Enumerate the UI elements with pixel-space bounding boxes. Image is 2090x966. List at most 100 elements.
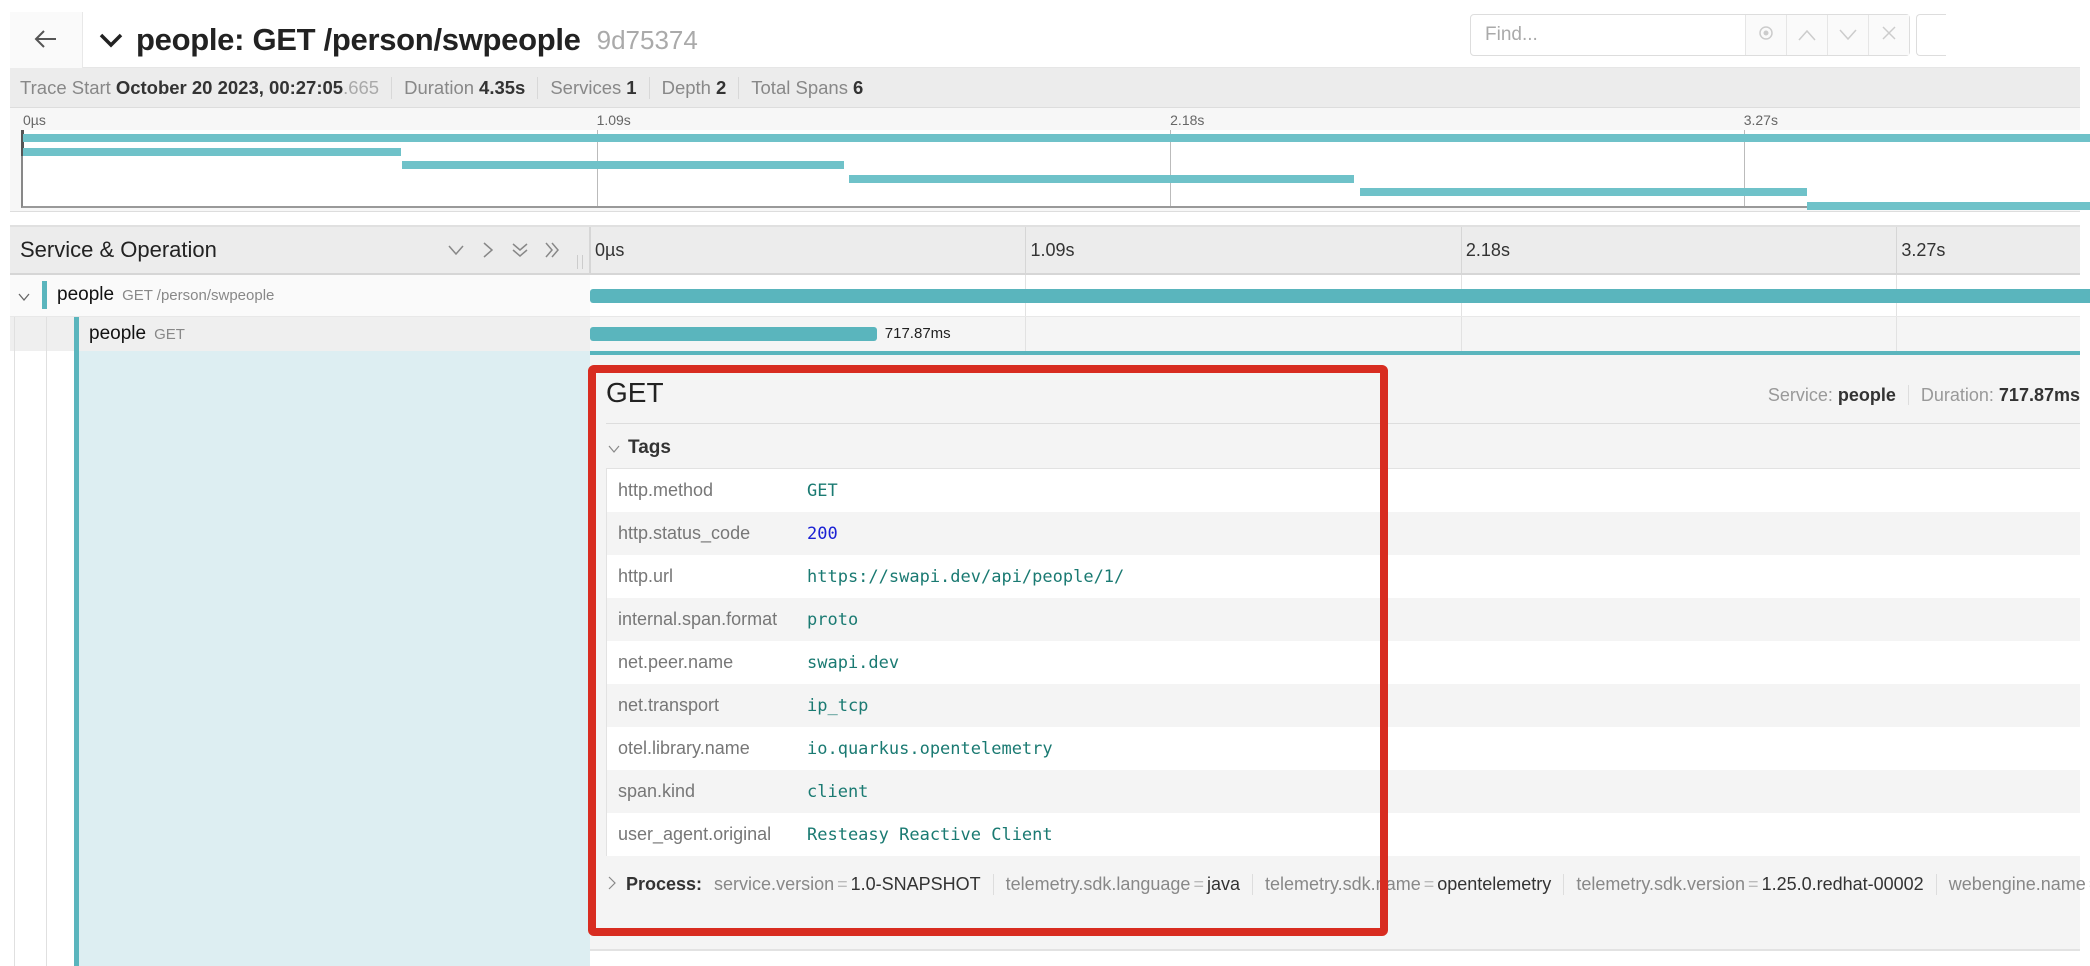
span-timeline-cell[interactable] [590, 275, 2090, 316]
back-button[interactable] [10, 12, 83, 68]
tag-value: proto [807, 609, 859, 630]
minimap-span-bar [401, 161, 844, 169]
tag-key: net.transport [618, 695, 720, 715]
find-box [1470, 14, 1910, 56]
process-item: webengine.name= [1949, 874, 2090, 895]
chevron-down-icon [98, 27, 124, 53]
chevron-down-icon[interactable] [18, 289, 30, 307]
minimap-tick-label: 2.18s [1170, 112, 1205, 128]
tag-key: http.url [618, 566, 674, 586]
span-row[interactable]: people GET 717.87ms [10, 317, 2080, 351]
minimap-span-bar [23, 147, 401, 156]
tag-key: net.peer.name [618, 652, 734, 672]
service-name: people [89, 323, 147, 344]
arrow-left-icon [34, 25, 58, 56]
chevron-right-icon [483, 242, 493, 258]
collapse-all-button[interactable] [511, 241, 529, 259]
span-timeline-cell[interactable]: 717.87ms [590, 317, 2080, 351]
duration-value: 717.87ms [1998, 385, 2080, 405]
minimap-tick-label: 1.09s [596, 112, 631, 128]
timeline-tick-label: 1.09s [1025, 227, 1075, 273]
service-color-bar [74, 351, 79, 966]
chevron-right-icon [608, 876, 616, 893]
tag-row[interactable]: http.method GET [607, 469, 2080, 512]
trace-title-toggle[interactable]: people: GET /person/swpeople 9d75374 [98, 12, 698, 68]
tag-row[interactable]: http.status_code 200 [607, 512, 2080, 555]
tags-toggle[interactable]: Tags [608, 437, 671, 459]
total-spans-value: 6 [852, 76, 864, 98]
double-chevron-right-icon [545, 242, 559, 258]
operation-name: GET [154, 326, 185, 343]
duration-label: Duration [404, 76, 475, 98]
tag-value: 200 [807, 523, 838, 544]
trace-duration: Duration 4.35s [404, 76, 539, 99]
span-row[interactable]: people GET /person/swpeople [10, 275, 2090, 317]
tree-guide-line [46, 317, 47, 351]
trace-start: Trace Start October 20 2023, 00:27:05.66… [20, 76, 393, 99]
tag-row[interactable]: net.peer.name swapi.dev [607, 641, 2080, 684]
duration-label: Duration: [1920, 385, 1994, 405]
tag-key: internal.span.format [618, 609, 778, 629]
minimap-span-bar [1806, 201, 2090, 210]
view-options-button[interactable] [1916, 14, 1946, 56]
tree-guide-line [14, 317, 15, 351]
clear-find-button[interactable] [1868, 15, 1909, 55]
span-name-cell[interactable]: people GET /person/swpeople [10, 275, 590, 316]
service-value: people [1837, 385, 1896, 405]
tag-row[interactable]: http.url https://swapi.dev/api/people/1/ [607, 555, 2080, 598]
tags-table: http.method GET http.status_code 200 http.ur… [606, 468, 2080, 856]
minimap-span-bar [1359, 188, 1807, 196]
process-item: telemetry.sdk.name = opentelemetry [1265, 874, 1565, 895]
timeline-tick-label: 3.27s [1896, 227, 1945, 273]
timeline-gridline [1460, 317, 1462, 351]
minimap-span-bar [23, 134, 2090, 142]
divider [1907, 385, 1909, 405]
tag-row[interactable]: internal.span.format proto [607, 598, 2080, 641]
tree-controls [447, 227, 561, 273]
trace-header: people: GET /person/swpeople 9d75374 [10, 12, 2080, 68]
process-label: Process: [626, 874, 703, 894]
column-resizer[interactable] [577, 255, 583, 269]
locate-icon [1757, 24, 1775, 47]
service-operation-header: Service & Operation [10, 227, 590, 273]
minimap-canvas[interactable] [21, 130, 2090, 210]
tags-label: Tags [628, 437, 671, 458]
tag-key: otel.library.name [618, 738, 750, 758]
find-input[interactable] [1471, 15, 1745, 55]
service-label: Service: [1767, 385, 1833, 405]
span-bar[interactable] [590, 289, 2090, 303]
chevron-up-icon [1798, 25, 1816, 46]
prev-result-button[interactable] [1786, 15, 1827, 55]
process-item: telemetry.sdk.version = 1.25.0.redhat-0000… [1576, 874, 1937, 895]
tag-value: Resteasy Reactive Client [807, 824, 1053, 845]
locate-button[interactable] [1745, 15, 1786, 55]
span-duration-label: 717.87ms [884, 325, 951, 342]
timeline-tick-label: 0µs [590, 227, 624, 273]
tag-row[interactable]: net.transport ip_tcp [607, 684, 2080, 727]
span-bar[interactable] [590, 327, 877, 341]
tag-value: client [807, 781, 869, 802]
process-section[interactable]: Process: service.version = 1.0-SNAPSHOT tel… [608, 874, 2090, 895]
tag-row[interactable]: span.kind client [607, 770, 2080, 813]
divider [590, 949, 2080, 951]
span-detail-meta: Service: people Duration: 717.87ms [1768, 385, 2080, 406]
expand-one-button[interactable] [479, 241, 497, 259]
tree-guide-line [46, 351, 47, 966]
chevron-down-icon [608, 440, 620, 456]
span-name-cell[interactable]: people GET [10, 317, 590, 351]
tag-value: ip_tcp [807, 695, 869, 716]
timeline-tick-label: 2.18s [1460, 227, 1510, 273]
span-detail-panel: GET Service: people Duration: 717.87ms T… [590, 351, 2090, 949]
tag-row[interactable]: user_agent.original Resteasy Reactive Cli… [607, 813, 2080, 856]
span-detail-title: GET [606, 377, 664, 408]
trace-start-value: October 20 2023, 00:27:05 [115, 76, 344, 98]
timeline-gridline [1025, 317, 1027, 351]
tag-row[interactable]: otel.library.name io.quarkus.opentelemetr… [607, 727, 2080, 770]
expand-all-button[interactable] [543, 241, 561, 259]
trace-minimap[interactable]: 0µs 1.09s 2.18s 3.27s [10, 108, 2090, 212]
minimap-tick-label: 0µs [23, 112, 46, 128]
trace-start-ms: .665 [343, 76, 380, 98]
next-result-button[interactable] [1827, 15, 1868, 55]
depth-value: 2 [715, 76, 727, 98]
collapse-one-button[interactable] [447, 241, 465, 259]
